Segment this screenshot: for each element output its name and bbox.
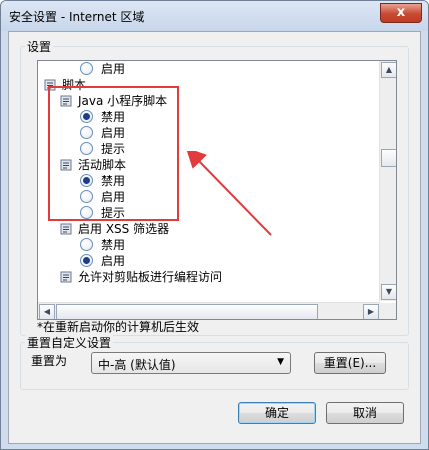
vertical-scrollbar[interactable]: ▲ ▼ [379,61,396,301]
scrollbar-corner [380,303,396,319]
horizontal-scroll-thumb[interactable] [56,304,318,319]
annotation-arrow-line [187,151,272,236]
scroll-up-button[interactable]: ▲ [381,62,396,78]
tree-category[interactable]: 允许对剪贴板进行编程访问 [60,269,222,285]
tree-category[interactable]: 启用 XSS 筛选器 [60,221,169,237]
reset-group-label: 重置自定义设置 [25,334,114,351]
tree-option[interactable]: 禁用 [80,237,125,253]
tree-row-label: 允许对剪贴板进行编程访问 [78,270,223,284]
restart-note: *在重新启动你的计算机后生效 [37,320,200,334]
close-button[interactable]: x [380,3,422,23]
security-settings-window: 安全设置 - Internet 区域 x 设置 启用 脚本 Java 小程序脚本 禁用… [0,0,429,450]
settings-group-label: 设置 [25,38,54,55]
chevron-right-icon: ▶ [367,307,375,316]
tree-row-label: 禁用 [101,238,126,252]
reset-to-label: 重置为 [31,354,68,368]
chevron-down-icon: ▼ [385,287,393,296]
title-bar[interactable]: 安全设置 - Internet 区域 x [1,1,428,31]
script-settings-icon [60,271,72,283]
horizontal-scrollbar[interactable]: ◀ ▶ [38,302,380,319]
scroll-right-button[interactable]: ▶ [363,304,379,319]
chevron-up-icon: ▲ [385,65,393,74]
close-icon: x [396,5,406,20]
annotation-arrow [187,151,272,236]
tree-option[interactable]: 启用 [80,61,125,77]
chevron-left-icon: ◀ [43,307,51,316]
security-level-select[interactable]: 中-高 (默认值) ▼ [91,352,291,374]
cancel-button[interactable]: 取消 [326,402,404,424]
security-level-value: 中-高 (默认值) [98,358,176,372]
dropdown-arrow-icon: ▼ [277,357,284,367]
scroll-left-button[interactable]: ◀ [39,304,55,319]
radio-button[interactable] [80,62,93,75]
window-title: 安全设置 - Internet 区域 [9,10,145,24]
tree-row-label: 启用 [101,254,126,268]
tree-row-label: 启用 XSS 筛选器 [78,222,170,236]
radio-button[interactable] [80,238,93,251]
radio-button[interactable] [80,254,93,267]
scroll-thumb[interactable] [381,149,396,167]
scroll-down-button[interactable]: ▼ [381,284,396,300]
highlight-box [48,86,179,221]
reset-button[interactable]: 重置(E)... [314,352,386,374]
ok-button[interactable]: 确定 [238,402,316,424]
tree-row-label: 启用 [101,62,126,76]
tree-option[interactable]: 启用 [80,253,125,269]
script-settings-icon [60,223,72,235]
